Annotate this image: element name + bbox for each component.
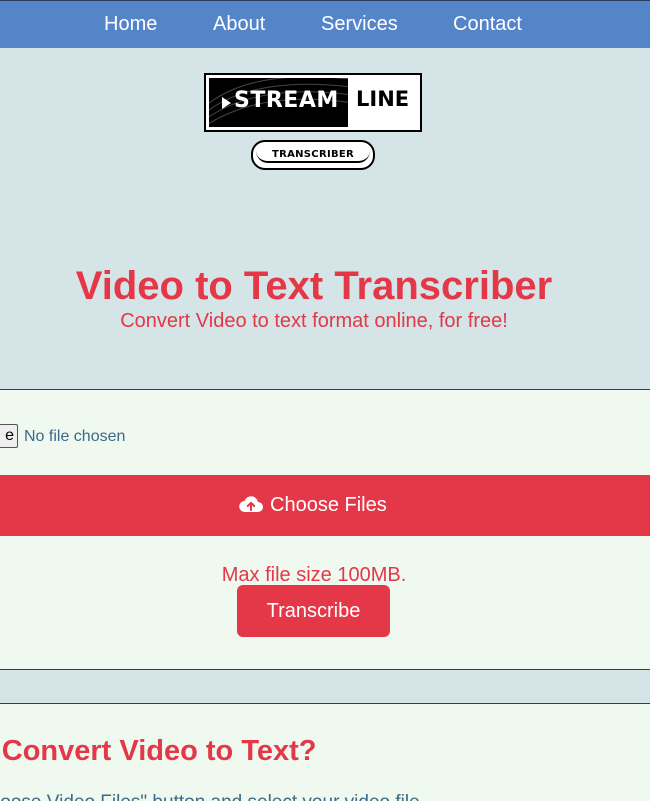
- logo-tagline-badge: TRANSCRIBER: [251, 140, 375, 170]
- nav-about-link[interactable]: About: [213, 13, 265, 36]
- logo-dark-panel: STREAM: [209, 78, 348, 127]
- choose-file-input-button[interactable]: e: [0, 424, 18, 448]
- choose-files-label: Choose Files: [270, 494, 387, 516]
- how-to-section: o Convert Video to Text? Choose Video Fi…: [0, 703, 650, 801]
- nav-services-link[interactable]: Services: [321, 13, 398, 36]
- nav-home-link[interactable]: Home: [104, 13, 157, 36]
- top-nav: Home About Services Contact: [0, 0, 650, 48]
- page-title: Video to Text Transcriber: [75, 264, 553, 308]
- section-divider-strip: [0, 670, 650, 703]
- choose-files-button[interactable]: Choose Files: [0, 475, 650, 536]
- cloud-upload-icon: [239, 496, 263, 513]
- how-to-step-text: Choose Video Files" button and select yo…: [0, 792, 420, 801]
- transcribe-button[interactable]: Transcribe: [237, 585, 390, 637]
- max-file-size-note: Max file size 100MB.: [221, 564, 407, 586]
- file-status-text: No file chosen: [24, 428, 126, 445]
- upload-section: e No file chosen Choose Files Max file s…: [0, 389, 650, 670]
- play-icon: [222, 97, 231, 109]
- logo-word-stream: STREAM: [234, 88, 339, 113]
- streamline-logo: STREAM LINE: [204, 73, 422, 132]
- logo-word-line: LINE: [356, 87, 410, 111]
- page-subtitle: Convert Video to text format online, for…: [120, 310, 508, 332]
- hero-section: STREAM LINE TRANSCRIBER Video to Text Tr…: [0, 48, 650, 389]
- logo-tagline: TRANSCRIBER: [271, 149, 355, 160]
- how-to-heading: o Convert Video to Text?: [0, 735, 317, 767]
- nav-contact-link[interactable]: Contact: [453, 13, 522, 36]
